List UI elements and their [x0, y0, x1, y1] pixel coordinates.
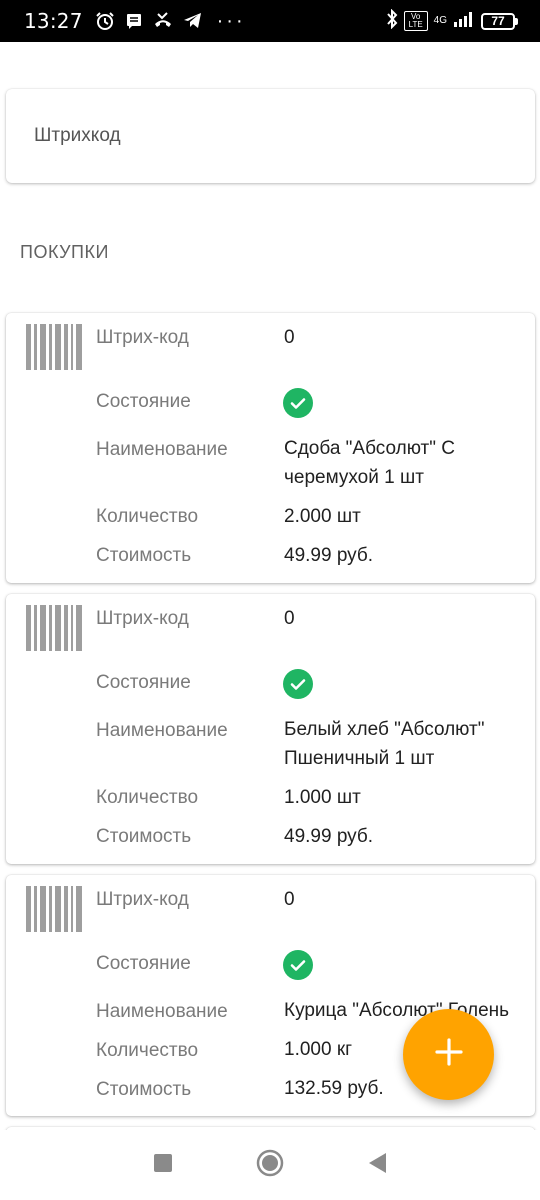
barcode-icon	[26, 605, 83, 651]
quantity-value: 2.000 шт	[284, 506, 361, 527]
missed-call-icon	[153, 12, 173, 30]
battery-level: 77	[481, 12, 515, 30]
barcode-label: Штрих-код	[96, 608, 189, 629]
name-value-line2: черемухой 1 шт	[284, 467, 424, 488]
purchase-card[interactable]: Штрих-код 0 Состояние Наименование Белый…	[6, 594, 535, 864]
quantity-label: Количество	[96, 1040, 199, 1061]
cost-value: 132.59 руб.	[284, 1078, 384, 1099]
section-title: ПОКУПКИ	[20, 242, 109, 262]
plus-icon	[434, 1037, 464, 1072]
volte-label: Vo LTE	[403, 11, 428, 31]
barcode-value: 0	[284, 327, 295, 348]
status-bar: 13:27 ··· Vo LTE 4G 77	[0, 0, 540, 42]
signal-icon	[453, 10, 475, 33]
bluetooth-icon	[386, 8, 398, 34]
name-label: Наименование	[96, 439, 228, 460]
state-label: Состояние	[96, 953, 191, 974]
name-value-line1: Белый хлеб "Абсолют"	[284, 719, 485, 740]
status-time: 13:27	[24, 9, 83, 33]
name-value-line1: Сдоба "Абсолют" С	[284, 438, 455, 459]
quantity-value: 1.000 шт	[284, 787, 361, 808]
state-label: Состояние	[96, 391, 191, 412]
barcode-field-label: Штрихкод	[34, 125, 121, 146]
home-icon	[255, 1148, 285, 1183]
name-label: Наименование	[96, 1001, 228, 1022]
notification-icons: ···	[95, 11, 246, 31]
recents-icon	[153, 1153, 173, 1178]
barcode-icon	[26, 886, 83, 932]
barcode-label: Штрих-код	[96, 327, 189, 348]
barcode-icon	[26, 324, 83, 370]
cost-label: Стоимость	[96, 826, 192, 847]
name-value-line2: Пшеничный 1 шт	[284, 748, 435, 769]
cost-value: 49.99 руб.	[284, 826, 374, 847]
check-icon	[283, 388, 313, 418]
cost-label: Стоимость	[96, 1079, 192, 1100]
purchase-card[interactable]: Штрих-код 0 Состояние Наименование Сдоба…	[6, 313, 535, 583]
barcode-value: 0	[284, 608, 295, 629]
status-right: Vo LTE 4G 77	[386, 8, 518, 34]
quantity-label: Количество	[96, 787, 199, 808]
alarm-icon	[95, 11, 115, 31]
quantity-value: 1.000 кг	[284, 1039, 353, 1060]
check-icon	[283, 669, 313, 699]
network-label: 4G	[433, 15, 447, 26]
barcode-value: 0	[284, 889, 295, 910]
home-button[interactable]	[250, 1145, 290, 1185]
quantity-label: Количество	[96, 506, 199, 527]
navigation-bar	[0, 1130, 540, 1200]
telegram-icon	[183, 12, 203, 30]
back-icon	[366, 1151, 388, 1180]
message-icon	[125, 12, 143, 30]
check-icon	[283, 950, 313, 980]
recents-button[interactable]	[143, 1145, 183, 1185]
state-label: Состояние	[96, 672, 191, 693]
barcode-field[interactable]: Штрихкод	[6, 89, 535, 183]
name-label: Наименование	[96, 720, 228, 741]
more-notifications: ···	[216, 10, 246, 32]
barcode-label: Штрих-код	[96, 889, 189, 910]
back-button[interactable]	[357, 1145, 397, 1185]
battery-icon: 77	[481, 12, 518, 30]
add-button[interactable]	[403, 1009, 494, 1100]
cost-label: Стоимость	[96, 545, 192, 566]
cost-value: 49.99 руб.	[284, 545, 374, 566]
